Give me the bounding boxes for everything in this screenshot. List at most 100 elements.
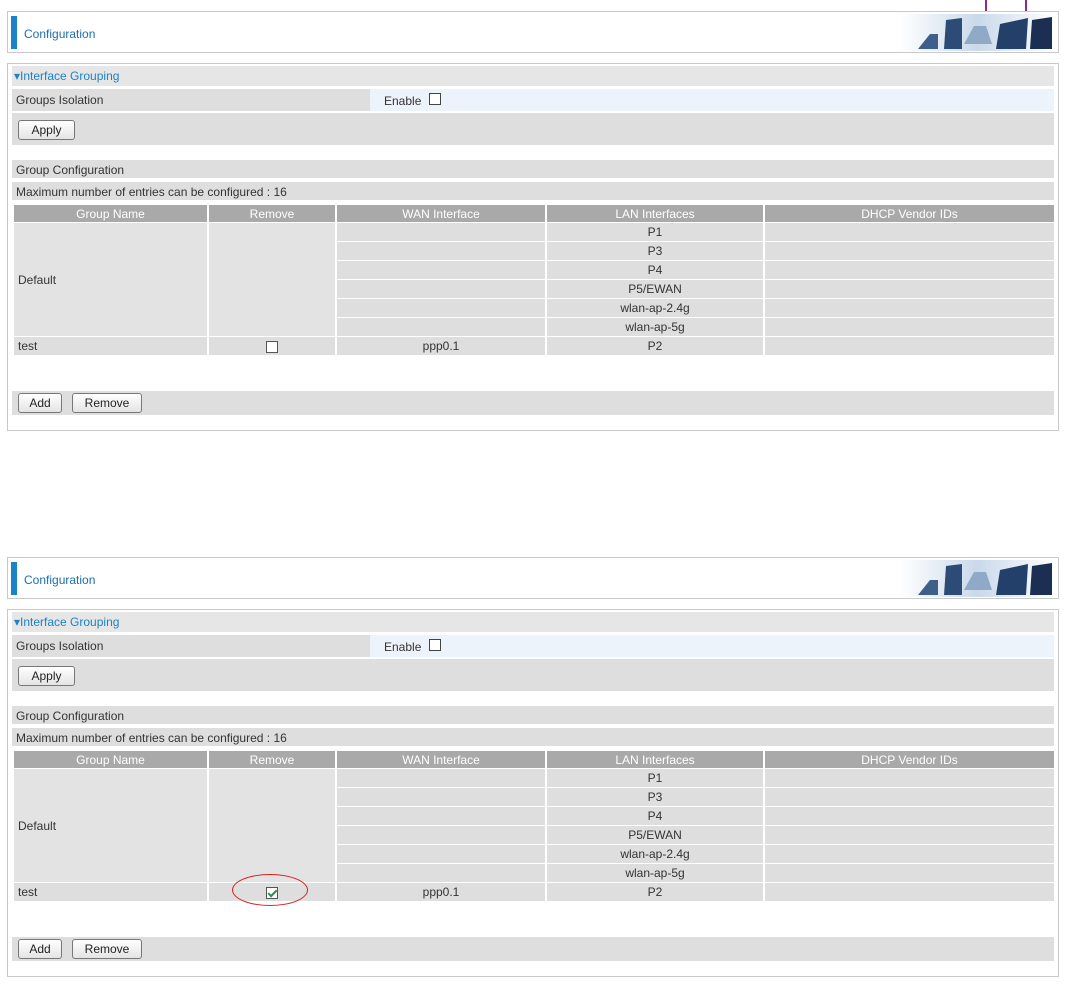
configuration-panel-before: Configuration ▾Interface Grouping Groups… — [7, 11, 1059, 431]
wan-interface-cell — [337, 826, 545, 844]
lan-interface-cell: wlan-ap-5g — [547, 318, 763, 336]
lan-interface-cell: P1 — [547, 223, 763, 241]
groups-isolation-row: Groups Isolation Enable — [12, 89, 1054, 111]
configuration-header: Configuration — [7, 557, 1059, 599]
groups-isolation-label: Groups Isolation — [16, 639, 104, 653]
column-header: LAN Interfaces — [547, 751, 763, 768]
group-name-cell: Default — [14, 223, 207, 336]
table-actions-row: Add Remove — [12, 391, 1054, 415]
lan-interface-cell: P5/EWAN — [547, 280, 763, 298]
dhcp-vendor-cell — [765, 318, 1054, 336]
lan-interface-cell: P4 — [547, 261, 763, 279]
group-configuration-title: Group Configuration — [16, 163, 125, 177]
wan-interface-cell — [337, 788, 545, 806]
lan-interface-cell: P3 — [547, 788, 763, 806]
dhcp-vendor-cell — [765, 864, 1054, 882]
dhcp-vendor-cell — [765, 769, 1054, 787]
group-name-cell: Default — [14, 769, 207, 882]
page-title: Configuration — [24, 573, 96, 587]
max-entries-text: Maximum number of entries can be configu… — [16, 185, 287, 199]
lan-interface-cell: P4 — [547, 807, 763, 825]
dhcp-vendor-cell — [765, 337, 1054, 355]
group-configuration-header: Group Configuration — [12, 160, 1054, 178]
apply-button[interactable]: Apply — [18, 120, 75, 140]
max-entries-text: Maximum number of entries can be configu… — [16, 731, 287, 745]
wan-interface-cell — [337, 807, 545, 825]
column-header: WAN Interface — [337, 751, 545, 768]
interface-grouping-section: ▾Interface Grouping Groups Isolation Ena… — [7, 609, 1059, 977]
lan-interface-cell: P2 — [547, 883, 763, 901]
table-row: test ppp0.1 P2 — [14, 337, 1054, 355]
add-button[interactable]: Add — [18, 939, 62, 959]
column-header: WAN Interface — [337, 205, 545, 222]
configuration-panel-after: Configuration ▾Interface Grouping Groups… — [7, 557, 1059, 977]
section-header: ▾Interface Grouping — [12, 66, 1054, 86]
page-title: Configuration — [24, 27, 96, 41]
dhcp-vendor-cell — [765, 280, 1054, 298]
wan-interface-cell: ppp0.1 — [337, 883, 545, 901]
wan-interface-cell — [337, 261, 545, 279]
apply-button[interactable]: Apply — [18, 666, 75, 686]
column-header: Group Name — [14, 751, 207, 768]
table-header-row: Group Name Remove WAN Interface LAN Inte… — [14, 205, 1054, 222]
section-title[interactable]: ▾Interface Grouping — [14, 69, 119, 83]
column-header: LAN Interfaces — [547, 205, 763, 222]
remove-checkbox[interactable] — [266, 340, 278, 353]
enable-label: Enable — [384, 94, 422, 108]
dhcp-vendor-cell — [765, 223, 1054, 241]
dhcp-vendor-cell — [765, 788, 1054, 806]
apply-row: Apply — [12, 659, 1054, 691]
dhcp-vendor-cell — [765, 242, 1054, 260]
header-accent-bar — [11, 16, 17, 49]
interface-grouping-section: ▾Interface Grouping Groups Isolation Ena… — [7, 63, 1059, 431]
column-header: Remove — [209, 751, 335, 768]
groups-isolation-control: Enable — [370, 635, 1054, 657]
enable-checkbox[interactable] — [429, 639, 441, 651]
table-row: Default P1 — [14, 769, 1054, 882]
remove-cell — [209, 769, 335, 882]
table-row: test ppp0.1 P2 — [14, 874, 1054, 906]
dhcp-vendor-cell — [765, 845, 1054, 863]
apply-row: Apply — [12, 113, 1054, 145]
column-header: Group Name — [14, 205, 207, 222]
group-configuration-title: Group Configuration — [16, 709, 125, 723]
table-row: Default P1 — [14, 223, 1054, 336]
lan-interface-cell: wlan-ap-5g — [547, 864, 763, 882]
column-header: DHCP Vendor IDs — [765, 205, 1054, 222]
remove-cell — [209, 874, 335, 906]
network-devices-banner-icon — [900, 560, 1055, 597]
dhcp-vendor-cell — [765, 883, 1054, 901]
wan-interface-cell — [337, 242, 545, 260]
wan-interface-cell: ppp0.1 — [337, 337, 545, 355]
wan-interface-cell — [337, 845, 545, 863]
lan-interface-cell: wlan-ap-2.4g — [547, 299, 763, 317]
lan-interface-cell: P3 — [547, 242, 763, 260]
add-button[interactable]: Add — [18, 393, 62, 413]
highlight-annotation — [232, 874, 308, 906]
wan-interface-cell — [337, 299, 545, 317]
group-name-cell: test — [14, 337, 207, 355]
table-header-row: Group Name Remove WAN Interface LAN Inte… — [14, 751, 1054, 768]
group-configuration-header: Group Configuration — [12, 706, 1054, 724]
dhcp-vendor-cell — [765, 826, 1054, 844]
enable-checkbox[interactable] — [429, 93, 441, 105]
header-accent-bar — [11, 562, 17, 595]
remove-cell — [209, 337, 335, 355]
group-table: Group Name Remove WAN Interface LAN Inte… — [12, 204, 1056, 356]
lan-interface-cell: P2 — [547, 337, 763, 355]
remove-cell — [209, 223, 335, 336]
wan-interface-cell — [337, 280, 545, 298]
remove-button[interactable]: Remove — [72, 393, 142, 413]
dhcp-vendor-cell — [765, 807, 1054, 825]
max-entries-row: Maximum number of entries can be configu… — [12, 728, 1054, 746]
network-devices-banner-icon — [900, 14, 1055, 51]
wan-interface-cell — [337, 864, 545, 882]
table-actions-row: Add Remove — [12, 937, 1054, 961]
column-header: DHCP Vendor IDs — [765, 751, 1054, 768]
lan-interface-cell: P1 — [547, 769, 763, 787]
section-title[interactable]: ▾Interface Grouping — [14, 615, 119, 629]
group-name-cell: test — [14, 883, 207, 901]
remove-button[interactable]: Remove — [72, 939, 142, 959]
lan-interface-cell: P5/EWAN — [547, 826, 763, 844]
group-table: Group Name Remove WAN Interface LAN Inte… — [12, 750, 1056, 906]
